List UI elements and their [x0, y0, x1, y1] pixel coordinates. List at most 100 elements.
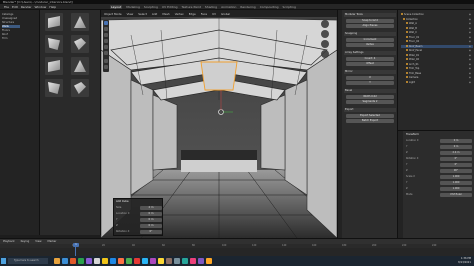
- outliner-item[interactable]: Wall_A ◉: [401, 22, 473, 25]
- property-field[interactable]: Y 0 m: [406, 145, 472, 149]
- scale-tool-icon[interactable]: [104, 45, 108, 49]
- property-value[interactable]: 0 m: [440, 145, 472, 149]
- outliner-item[interactable]: Trim_Top ◉: [401, 67, 473, 70]
- visibility-eye-icon[interactable]: ◉: [469, 18, 471, 21]
- outliner-item[interactable]: Roof_Panel ◉: [401, 49, 473, 52]
- viewport-menu-select[interactable]: Select: [138, 12, 147, 16]
- catalog-item[interactable]: Roof: [2, 33, 8, 36]
- outliner-item[interactable]: Wall_B ◉: [401, 26, 473, 30]
- taskbar-app-icon[interactable]: [190, 258, 196, 264]
- taskbar-app-icon[interactable]: [78, 258, 84, 264]
- tab-rendering[interactable]: Rendering: [240, 5, 255, 9]
- visibility-eye-icon[interactable]: ◉: [469, 67, 471, 70]
- property-value[interactable]: 1.000: [440, 175, 472, 179]
- asset-thumbnail[interactable]: [45, 13, 63, 31]
- asset-thumbnail[interactable]: [71, 79, 89, 97]
- property-value[interactable]: 0°: [440, 157, 472, 161]
- panel-button[interactable]: Vertex: [346, 43, 394, 47]
- transform-tool-icon[interactable]: [104, 51, 108, 55]
- tab-shading[interactable]: Shading: [205, 5, 217, 9]
- viewport-menu-add[interactable]: Add: [152, 12, 157, 16]
- taskbar-app-icon[interactable]: [86, 258, 92, 264]
- field-value[interactable]: 0 m: [140, 212, 162, 216]
- panel-button[interactable]: Snap to Grid: [346, 19, 394, 23]
- taskbar-app-icon[interactable]: [174, 258, 180, 264]
- menu-file[interactable]: File: [4, 5, 9, 9]
- viewport-menu-vertex[interactable]: Vertex: [175, 12, 184, 16]
- panel-header[interactable]: Array Settings: [344, 51, 396, 55]
- field-value[interactable]: 0°: [140, 230, 162, 234]
- tab-compositing[interactable]: Compositing: [260, 5, 279, 9]
- taskbar-app-icon[interactable]: [142, 258, 148, 264]
- taskbar-app-icon[interactable]: [70, 258, 76, 264]
- viewport-menu-uv[interactable]: UV: [212, 12, 216, 16]
- taskbar-search[interactable]: Type here to search: [8, 258, 48, 264]
- current-frame-indicator[interactable]: 1: [73, 243, 79, 247]
- asset-thumbnail[interactable]: [71, 13, 89, 31]
- property-field[interactable]: Z 1.000: [406, 187, 472, 191]
- pan-icon[interactable]: [321, 30, 329, 38]
- outliner-item[interactable]: Wall_C ◉: [401, 31, 473, 34]
- visibility-eye-icon[interactable]: ◉: [469, 49, 471, 52]
- outliner-item[interactable]: Light ◉: [401, 80, 473, 84]
- perspective-toggle-icon[interactable]: [321, 50, 329, 58]
- panel-button[interactable]: Count: 4: [346, 57, 394, 61]
- field-value[interactable]: 0 m: [140, 218, 162, 222]
- tab-texture-paint[interactable]: Texture Paint: [182, 5, 201, 9]
- operator-field[interactable]: Location X 0 m: [116, 212, 162, 216]
- timeline-menu-keying[interactable]: Keying: [21, 240, 30, 243]
- menu-help[interactable]: Help: [49, 5, 56, 9]
- operator-field[interactable]: Z 0 m: [116, 224, 162, 228]
- outliner-item[interactable]: Floor_01 ◉: [401, 35, 473, 39]
- property-value[interactable]: 0°: [440, 163, 472, 167]
- outliner-item[interactable]: Floor_02 ◉: [401, 40, 473, 43]
- start-menu-icon[interactable]: [1, 258, 6, 264]
- panel-button[interactable]: Align Pieces: [346, 24, 394, 28]
- panel-button[interactable]: Width 0.02: [346, 95, 394, 99]
- property-value[interactable]: 2.4 m: [440, 151, 472, 155]
- menu-window[interactable]: Window: [35, 5, 47, 9]
- taskbar-app-icon[interactable]: [110, 258, 116, 264]
- 3d-viewport[interactable]: Object Mode View Select Add Mesh Vertex Edge Fa…: [101, 10, 337, 238]
- tab-sculpting[interactable]: Sculpting: [144, 5, 158, 9]
- panel-header[interactable]: Modular Tools: [344, 13, 396, 17]
- panel-button[interactable]: Segments 2: [346, 100, 394, 104]
- move-tool-icon[interactable]: [104, 33, 108, 37]
- outliner-item[interactable]: Arch_01 ◉: [401, 62, 473, 66]
- outliner-item[interactable]: Collection ◉: [401, 17, 473, 21]
- property-field[interactable]: Location X 0 m: [406, 139, 472, 143]
- timeline-menu-marker[interactable]: Marker: [47, 240, 56, 243]
- viewport-menu-view[interactable]: View: [127, 12, 134, 16]
- property-field[interactable]: Scale X 1.000: [406, 175, 472, 179]
- visibility-eye-icon[interactable]: ◉: [469, 13, 471, 16]
- catalog-item[interactable]: Floors: [2, 29, 10, 32]
- operator-field[interactable]: Y 0 m: [116, 218, 162, 222]
- viewport-menu-global[interactable]: Global: [221, 12, 230, 16]
- visibility-eye-icon[interactable]: ◉: [469, 72, 471, 75]
- camera-view-icon[interactable]: [321, 40, 329, 48]
- taskbar-app-icon[interactable]: [62, 258, 68, 264]
- catalog-item[interactable]: Catalogs: [2, 13, 13, 16]
- operator-panel[interactable]: Add Cube Size 2 m Location X 0 m Y 0 m Z 0 m Rot…: [113, 198, 163, 236]
- taskbar-app-icon[interactable]: [198, 258, 204, 264]
- panel-button[interactable]: Batch Export: [346, 119, 394, 123]
- tab-layout[interactable]: Layout: [110, 5, 123, 9]
- property-field[interactable]: Rotation X 0°: [406, 157, 472, 161]
- outliner-item[interactable]: Scene Collection ◉: [401, 13, 473, 16]
- viewport-menu-edge[interactable]: Edge: [189, 12, 196, 16]
- property-value[interactable]: 1.000: [440, 187, 472, 191]
- taskbar-app-icon[interactable]: [182, 258, 188, 264]
- outliner-item[interactable]: Camera ◉: [401, 76, 473, 79]
- catalog-item[interactable]: Unassigned: [2, 17, 17, 20]
- panel-header[interactable]: Export: [344, 108, 396, 112]
- outliner-item[interactable]: Trim_Base ◉: [401, 71, 473, 75]
- field-value[interactable]: 0 m: [140, 224, 162, 228]
- catalog-item[interactable]: Walls: [2, 25, 20, 28]
- tab-scripting[interactable]: Scripting: [283, 5, 296, 9]
- timeline-menu-playback[interactable]: Playback: [3, 240, 15, 243]
- visibility-eye-icon[interactable]: ◉: [469, 54, 471, 57]
- property-field[interactable]: Mode XYZ Euler: [406, 193, 472, 197]
- taskbar-app-icon[interactable]: [166, 258, 172, 264]
- taskbar-app-icon[interactable]: [102, 258, 108, 264]
- viewport-menu-face[interactable]: Face: [201, 12, 207, 16]
